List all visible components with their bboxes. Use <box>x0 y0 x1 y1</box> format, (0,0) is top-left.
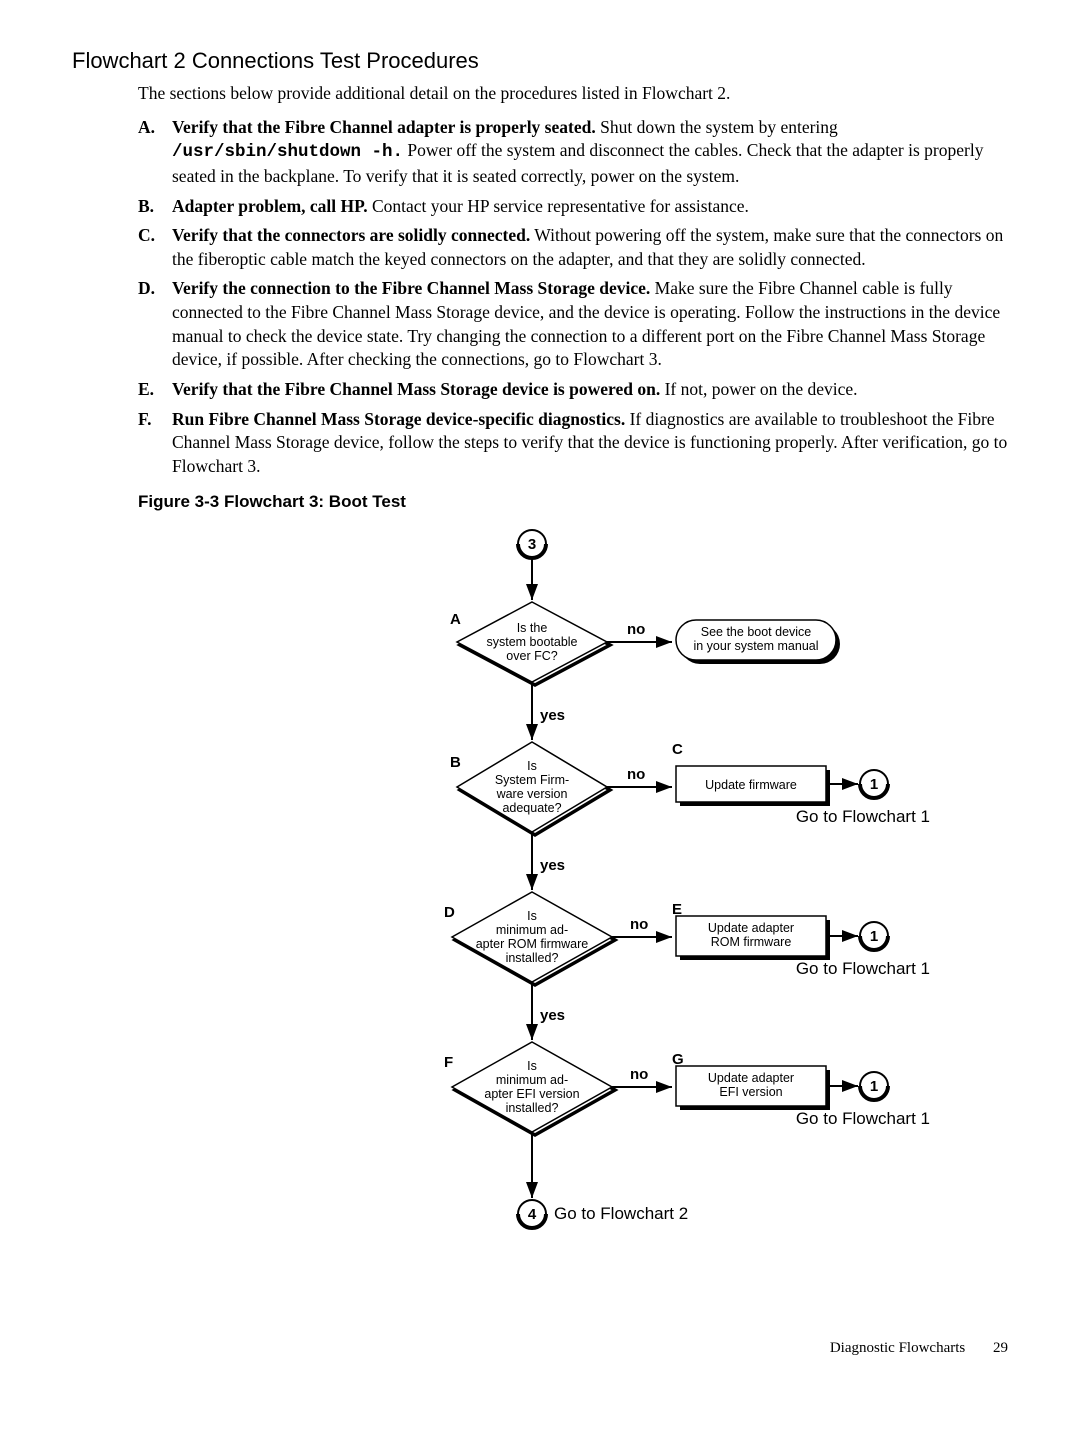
dec-b-l2: System Firm- <box>495 773 569 787</box>
item-text: Shut down the system by entering <box>596 117 838 137</box>
list-item: D. Verify the connection to the Fibre Ch… <box>138 277 1008 372</box>
connector-1-b: 1 <box>860 770 888 798</box>
list-marker: E. <box>138 378 172 402</box>
decision-f: Is minimum ad- apter EFI version install… <box>444 1042 615 1135</box>
item-bold: Verify that the Fibre Channel Mass Stora… <box>172 379 660 399</box>
conn-num: 1 <box>870 928 878 945</box>
figure-caption: Figure 3-3 Flowchart 3: Boot Test <box>138 492 1008 512</box>
start-connector: 3 <box>518 530 546 558</box>
act-e-l2: ROM firmware <box>711 935 792 949</box>
list-item: F. Run Fibre Channel Mass Storage device… <box>138 408 1008 479</box>
decision-a: Is the system bootable over FC? A <box>450 602 610 685</box>
list-text: Verify that the Fibre Channel Mass Stora… <box>172 378 1008 402</box>
flowchart-svg: 3 Is the system bootable over FC? A no S… <box>372 522 932 1312</box>
item-mono: /usr/sbin/shutdown -h. <box>172 142 403 162</box>
section-heading: Flowchart 2 Connections Test Procedures <box>72 48 1008 74</box>
dec-f-l2: minimum ad- <box>496 1073 568 1087</box>
dec-d-l2: minimum ad- <box>496 923 568 937</box>
intro-paragraph: The sections below provide additional de… <box>138 82 1008 106</box>
item-bold: Verify that the Fibre Channel adapter is… <box>172 117 596 137</box>
action-e: Update adapter ROM firmware <box>676 916 830 960</box>
no-label: no <box>630 1066 648 1083</box>
label-f: F <box>444 1054 453 1071</box>
no-label: no <box>627 766 645 783</box>
goto-1: Go to Flowchart 1 <box>796 959 930 978</box>
dec-f-l4: installed? <box>506 1101 559 1115</box>
list-text: Verify that the connectors are solidly c… <box>172 224 1008 271</box>
flowchart-container: 3 Is the system bootable over FC? A no S… <box>372 522 932 1312</box>
dec-f-l3: apter EFI version <box>484 1087 579 1101</box>
list-marker: B. <box>138 195 172 219</box>
list-item: B. Adapter problem, call HP. Contact you… <box>138 195 1008 219</box>
conn-num: 1 <box>870 776 878 793</box>
dec-b-l1: Is <box>527 759 537 773</box>
label-c: C <box>672 741 683 758</box>
yes-label: yes <box>540 1007 565 1024</box>
procedure-list: A. Verify that the Fibre Channel adapter… <box>138 116 1008 479</box>
decision-d: Is minimum ad- apter ROM firmware instal… <box>444 892 615 985</box>
start-number: 3 <box>528 536 536 553</box>
dec-d-l3: apter ROM firmware <box>476 937 589 951</box>
connector-1-d: 1 <box>860 922 888 950</box>
yes-label: yes <box>540 857 565 874</box>
act-e-l1: Update adapter <box>708 921 794 935</box>
dec-a-l1: Is the <box>517 621 548 635</box>
act-c-text: Update firmware <box>705 778 797 792</box>
goto-2: Go to Flowchart 2 <box>554 1204 688 1223</box>
label-a: A <box>450 611 461 628</box>
dec-b-l3: ware version <box>496 787 568 801</box>
page-footer: Diagnostic Flowcharts 29 <box>72 1340 1008 1357</box>
action-a: See the boot device in your system manua… <box>676 620 840 664</box>
list-item: E. Verify that the Fibre Channel Mass St… <box>138 378 1008 402</box>
no-label: no <box>627 621 645 638</box>
act-g-l2: EFI version <box>719 1085 782 1099</box>
act-a-l1: See the boot device <box>701 625 812 639</box>
item-bold: Verify that the connectors are solidly c… <box>172 225 530 245</box>
page-number: 29 <box>993 1340 1008 1356</box>
list-text: Adapter problem, call HP. Contact your H… <box>172 195 1008 219</box>
list-text: Run Fibre Channel Mass Storage device-sp… <box>172 408 1008 479</box>
conn-num: 1 <box>870 1078 878 1095</box>
goto-1: Go to Flowchart 1 <box>796 1109 930 1128</box>
list-marker: C. <box>138 224 172 271</box>
list-text: Verify the connection to the Fibre Chann… <box>172 277 1008 372</box>
item-bold: Verify the connection to the Fibre Chann… <box>172 278 650 298</box>
dec-f-l1: Is <box>527 1059 537 1073</box>
list-text: Verify that the Fibre Channel adapter is… <box>172 116 1008 189</box>
dec-b-l4: adequate? <box>502 801 561 815</box>
item-text: If not, power on the device. <box>660 379 857 399</box>
list-item: A. Verify that the Fibre Channel adapter… <box>138 116 1008 189</box>
label-b: B <box>450 754 461 771</box>
dec-d-l4: installed? <box>506 951 559 965</box>
list-marker: D. <box>138 277 172 372</box>
action-c: Update firmware <box>676 766 830 806</box>
act-a-l2: in your system manual <box>693 639 818 653</box>
dec-a-l3: over FC? <box>506 649 557 663</box>
no-label: no <box>630 916 648 933</box>
footer-title: Diagnostic Flowcharts <box>830 1340 965 1356</box>
list-marker: A. <box>138 116 172 189</box>
end-connector: 4 <box>518 1200 546 1228</box>
action-g: Update adapter EFI version <box>676 1066 830 1110</box>
label-d: D <box>444 904 455 921</box>
dec-d-l1: Is <box>527 909 537 923</box>
goto-1: Go to Flowchart 1 <box>796 807 930 826</box>
connector-1-f: 1 <box>860 1072 888 1100</box>
decision-b: Is System Firm- ware version adequate? B <box>450 742 610 835</box>
list-marker: F. <box>138 408 172 479</box>
item-bold: Run Fibre Channel Mass Storage device-sp… <box>172 409 625 429</box>
item-text: Contact your HP service representative f… <box>368 196 749 216</box>
item-bold: Adapter problem, call HP. <box>172 196 368 216</box>
list-item: C. Verify that the connectors are solidl… <box>138 224 1008 271</box>
end-number: 4 <box>528 1206 537 1223</box>
yes-label: yes <box>540 707 565 724</box>
dec-a-l2: system bootable <box>486 635 577 649</box>
act-g-l1: Update adapter <box>708 1071 794 1085</box>
